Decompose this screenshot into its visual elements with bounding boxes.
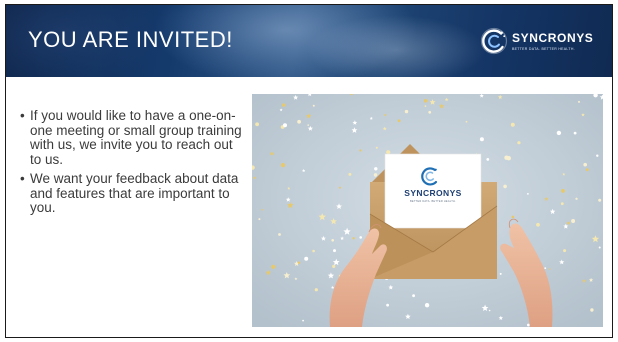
confetti-dot bbox=[544, 267, 547, 269]
confetti-dot bbox=[412, 294, 415, 298]
confetti-dot bbox=[536, 222, 540, 227]
slide-title: YOU ARE INVITED! bbox=[28, 27, 233, 52]
confetti-dot bbox=[280, 163, 286, 168]
invitation-photo: SYNCRONYS BETTER DATA. BETTER HEALTH. bbox=[252, 94, 603, 327]
confetti-dot bbox=[479, 137, 484, 142]
confetti-dot bbox=[331, 239, 334, 242]
bullet-text: We want your feedback about data and fea… bbox=[30, 171, 239, 215]
confetti-dot bbox=[271, 264, 276, 269]
bullet-marker: • bbox=[20, 108, 25, 123]
bullet-item: • If you would like to have a one-on-one… bbox=[20, 108, 246, 167]
confetti-dot bbox=[596, 154, 599, 157]
confetti-dot bbox=[352, 237, 355, 240]
confetti-dot bbox=[333, 249, 336, 253]
bullet-item: • We want your feedback about data and f… bbox=[20, 171, 246, 216]
confetti-dot bbox=[486, 158, 490, 161]
confetti-dot bbox=[590, 308, 594, 312]
confetti-dot bbox=[270, 152, 274, 156]
confetti-dot bbox=[302, 319, 304, 322]
confetti-dot bbox=[556, 130, 562, 136]
confetti-dot bbox=[261, 209, 263, 211]
invitation-photo-illustration: SYNCRONYS BETTER DATA. BETTER HEALTH. bbox=[252, 94, 603, 327]
confetti-dot bbox=[527, 323, 530, 327]
confetti-dot bbox=[255, 122, 259, 127]
header-background-blur bbox=[306, 15, 486, 77]
confetti-dot bbox=[598, 246, 601, 249]
confetti-dot bbox=[563, 249, 567, 253]
confetti-dot bbox=[527, 193, 529, 195]
confetti-dot bbox=[578, 100, 580, 103]
confetti-dot bbox=[424, 105, 427, 107]
card-logo-tagline: BETTER DATA. BETTER HEALTH. bbox=[410, 199, 456, 203]
confetti-dot bbox=[297, 261, 301, 264]
company-logo: SYNCRONYS BETTER DATA. BETTER HEALTH. bbox=[480, 23, 608, 59]
confetti-dot bbox=[386, 303, 389, 307]
confetti-dot bbox=[258, 218, 261, 221]
confetti-dot bbox=[314, 288, 318, 292]
confetti-dot bbox=[428, 110, 432, 114]
confetti-dot bbox=[510, 122, 515, 127]
title-bar: YOU ARE INVITED! SYNCRONYS BETTER DATA. … bbox=[6, 5, 612, 77]
syncronys-swirl-icon bbox=[480, 27, 508, 55]
card-logo-wordmark: SYNCRONYS bbox=[404, 188, 461, 198]
confetti-dot bbox=[359, 149, 362, 152]
confetti-dot bbox=[359, 236, 362, 239]
confetti-dot bbox=[283, 123, 287, 128]
confetti-dot bbox=[386, 150, 391, 155]
confetti-dot bbox=[583, 162, 587, 167]
confetti-dot bbox=[511, 215, 515, 219]
confetti-dot bbox=[374, 167, 378, 171]
confetti-dot bbox=[465, 120, 468, 123]
confetti-dot bbox=[504, 155, 509, 160]
confetti-dot bbox=[297, 119, 301, 124]
confetti-dot bbox=[573, 131, 577, 135]
confetti-dot bbox=[560, 202, 564, 206]
confetti-dot bbox=[375, 146, 378, 149]
bullet-list: • If you would like to have a one-on-one… bbox=[20, 108, 246, 221]
logo-wordmark: SYNCRONYS bbox=[512, 31, 594, 45]
confetti-dot bbox=[307, 124, 309, 126]
confetti-dot bbox=[567, 221, 570, 225]
confetti-dot bbox=[517, 141, 521, 145]
bullet-text: If you would like to have a one-on-one m… bbox=[30, 108, 242, 167]
bullet-marker: • bbox=[20, 171, 25, 186]
confetti-dot bbox=[561, 189, 565, 193]
confetti-dot bbox=[312, 249, 315, 253]
confetti-dot bbox=[571, 219, 576, 223]
slide: YOU ARE INVITED! SYNCRONYS BETTER DATA. … bbox=[5, 4, 613, 338]
confetti-dot bbox=[585, 168, 589, 172]
logo-tagline: BETTER DATA. BETTER HEALTH. bbox=[512, 47, 575, 51]
invitation-card: SYNCRONYS BETTER DATA. BETTER HEALTH. bbox=[384, 153, 482, 229]
confetti-dot bbox=[598, 198, 602, 202]
confetti-dot bbox=[397, 119, 401, 123]
confetti-dot bbox=[499, 272, 502, 275]
confetti-dot bbox=[404, 109, 409, 114]
confetti-dot bbox=[278, 233, 281, 236]
confetti-dot bbox=[503, 184, 507, 189]
confetti-dot bbox=[348, 172, 352, 176]
confetti-dot bbox=[332, 264, 336, 268]
confetti-dot bbox=[373, 173, 378, 177]
confetti-dot bbox=[423, 99, 428, 103]
confetti-dot bbox=[549, 268, 551, 270]
confetti-dot bbox=[304, 256, 309, 261]
confetti-dot bbox=[312, 104, 315, 107]
confetti-dot bbox=[282, 103, 286, 107]
confetti-dot bbox=[424, 303, 430, 308]
confetti-dot bbox=[488, 309, 491, 312]
